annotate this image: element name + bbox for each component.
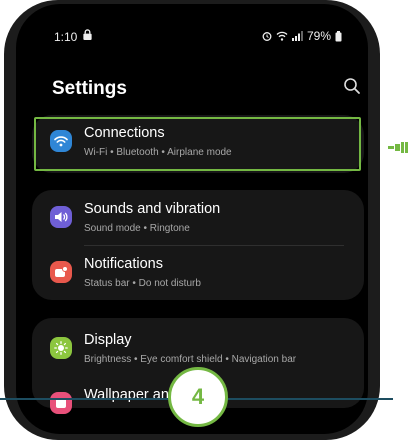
alarm-icon — [262, 32, 272, 41]
brightness-icon — [50, 337, 72, 359]
speaker-icon — [50, 206, 72, 228]
sounds-subtitle: Sound mode • Ringtone — [84, 223, 190, 234]
page-title: Settings — [52, 78, 127, 99]
status-bar: 1:10 79% — [16, 14, 368, 54]
sounds-notifications-card: Sounds and vibration Sound mode • Ringto… — [32, 190, 364, 300]
display-subtitle: Brightness • Eye comfort shield • Naviga… — [84, 354, 297, 365]
wifi-icon — [276, 31, 288, 41]
notifications-subtitle: Status bar • Do not disturb — [84, 278, 201, 289]
battery-percent: 79% — [306, 29, 331, 43]
wallpaper-icon — [50, 392, 72, 414]
wallpaper-title: Wallpaper and — [84, 387, 177, 403]
status-icons: 79% — [262, 29, 342, 43]
display-title: Display — [84, 332, 132, 348]
notifications-row[interactable]: Notifications Status bar • Do not distur… — [32, 247, 364, 303]
step-number-badge: 4 — [168, 367, 228, 427]
search-icon[interactable] — [342, 76, 362, 96]
pointing-hand-icon — [388, 142, 408, 153]
connections-highlight-box — [34, 117, 361, 171]
notification-icon — [50, 261, 72, 283]
sounds-row[interactable]: Sounds and vibration Sound mode • Ringto… — [32, 192, 364, 248]
battery-icon — [335, 30, 342, 41]
notifications-title: Notifications — [84, 256, 163, 272]
status-time: 1:10 — [54, 30, 78, 44]
lock-icon — [83, 29, 92, 40]
signal-icon — [291, 31, 303, 41]
sounds-title: Sounds and vibration — [84, 201, 221, 217]
divider — [84, 245, 344, 246]
